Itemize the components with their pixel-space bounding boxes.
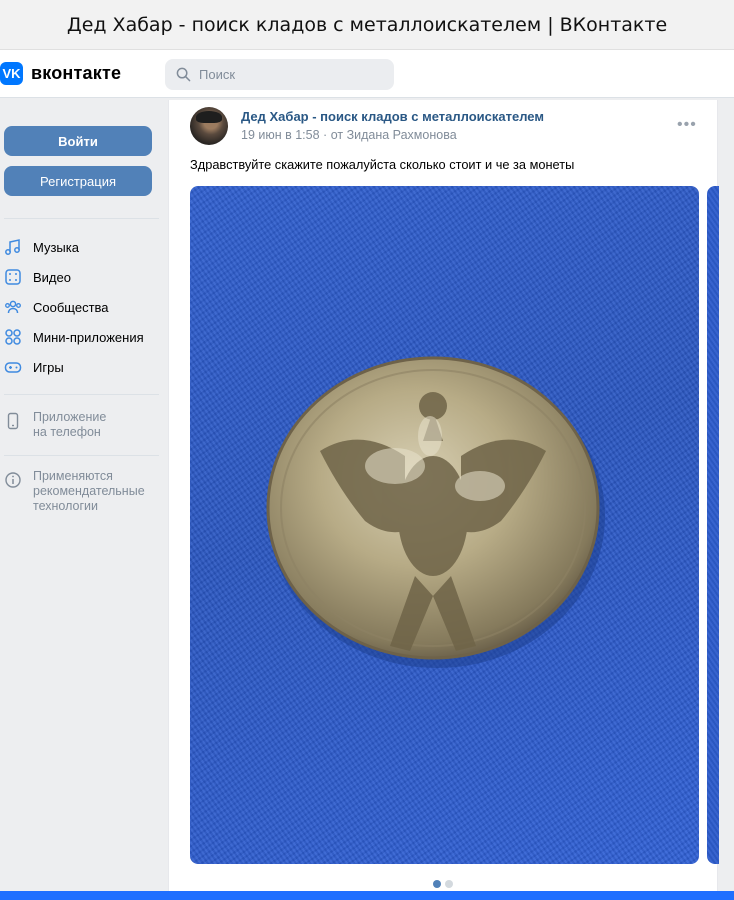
login-button[interactable]: Войти xyxy=(4,126,152,156)
sidebar-item-games[interactable]: Игры xyxy=(0,354,64,380)
post-photo[interactable] xyxy=(190,186,699,864)
video-icon xyxy=(5,269,21,285)
games-icon xyxy=(4,362,22,373)
post-text: Здравствуйте скажите пожалуйста сколько … xyxy=(190,157,575,172)
bottom-bar xyxy=(0,891,734,900)
next-photo-preview[interactable] xyxy=(707,186,719,864)
meta-separator: · xyxy=(323,128,328,142)
search-input[interactable] xyxy=(199,67,389,82)
sidebar-divider xyxy=(4,394,159,395)
sidebar-item-label: Видео xyxy=(33,269,71,285)
sidebar-item-label: Игры xyxy=(33,359,64,375)
sidebar-item-recommendations[interactable]: Применяются рекомендательные технологии xyxy=(0,469,145,514)
logo-text: вконтакте xyxy=(31,63,122,83)
sidebar-item-label: Музыка xyxy=(33,239,79,255)
music-icon xyxy=(5,239,20,255)
sidebar-divider xyxy=(4,218,159,219)
phone-icon xyxy=(7,412,19,430)
sidebar-divider xyxy=(4,455,159,456)
recommendations-label: Применяются рекомендательные технологии xyxy=(33,469,145,513)
sidebar-item-phone-app[interactable]: Приложение на телефон xyxy=(0,410,106,440)
sidebar-item-music[interactable]: Музыка xyxy=(0,234,79,260)
post-date[interactable]: 19 июн в 1:58 xyxy=(241,128,320,142)
window-title: Дед Хабар - поиск кладов с металлоискате… xyxy=(66,14,668,36)
post-source: от Зидана Рахмонова xyxy=(330,128,457,142)
sidebar-item-label: Мини-приложения xyxy=(33,329,144,345)
phone-app-label: Приложение на телефон xyxy=(33,410,107,439)
search-box[interactable] xyxy=(165,59,394,90)
sidebar-item-communities[interactable]: Сообщества xyxy=(0,294,109,320)
register-button[interactable]: Регистрация xyxy=(4,166,152,196)
more-options-icon[interactable]: ••• xyxy=(677,116,697,134)
top-header: VK вконтакте xyxy=(0,50,734,98)
post-author-link[interactable]: Дед Хабар - поиск кладов с металлоискате… xyxy=(241,109,544,124)
wall-post: Дед Хабар - поиск кладов с металлоискате… xyxy=(168,100,719,900)
sidebar-item-mini-apps[interactable]: Мини-приложения xyxy=(0,324,144,350)
carousel-dot-active[interactable] xyxy=(433,880,441,888)
sidebar-item-label: Сообщества xyxy=(33,299,109,315)
apps-icon xyxy=(5,329,21,345)
coin-image xyxy=(266,356,605,668)
search-icon xyxy=(176,67,191,82)
vk-logo[interactable]: VK вконтакте xyxy=(0,62,121,85)
post-meta: 19 июн в 1:58 · от Зидана Рахмонова xyxy=(241,128,457,142)
communities-icon xyxy=(5,300,21,314)
carousel-indicator xyxy=(433,880,453,888)
sidebar-item-video[interactable]: Видео xyxy=(0,264,71,290)
vk-logo-icon: VK xyxy=(0,62,23,85)
carousel-dot[interactable] xyxy=(445,880,453,888)
info-icon xyxy=(5,472,21,488)
avatar[interactable] xyxy=(190,107,228,145)
window-titlebar: Дед Хабар - поиск кладов с металлоискате… xyxy=(0,0,734,50)
